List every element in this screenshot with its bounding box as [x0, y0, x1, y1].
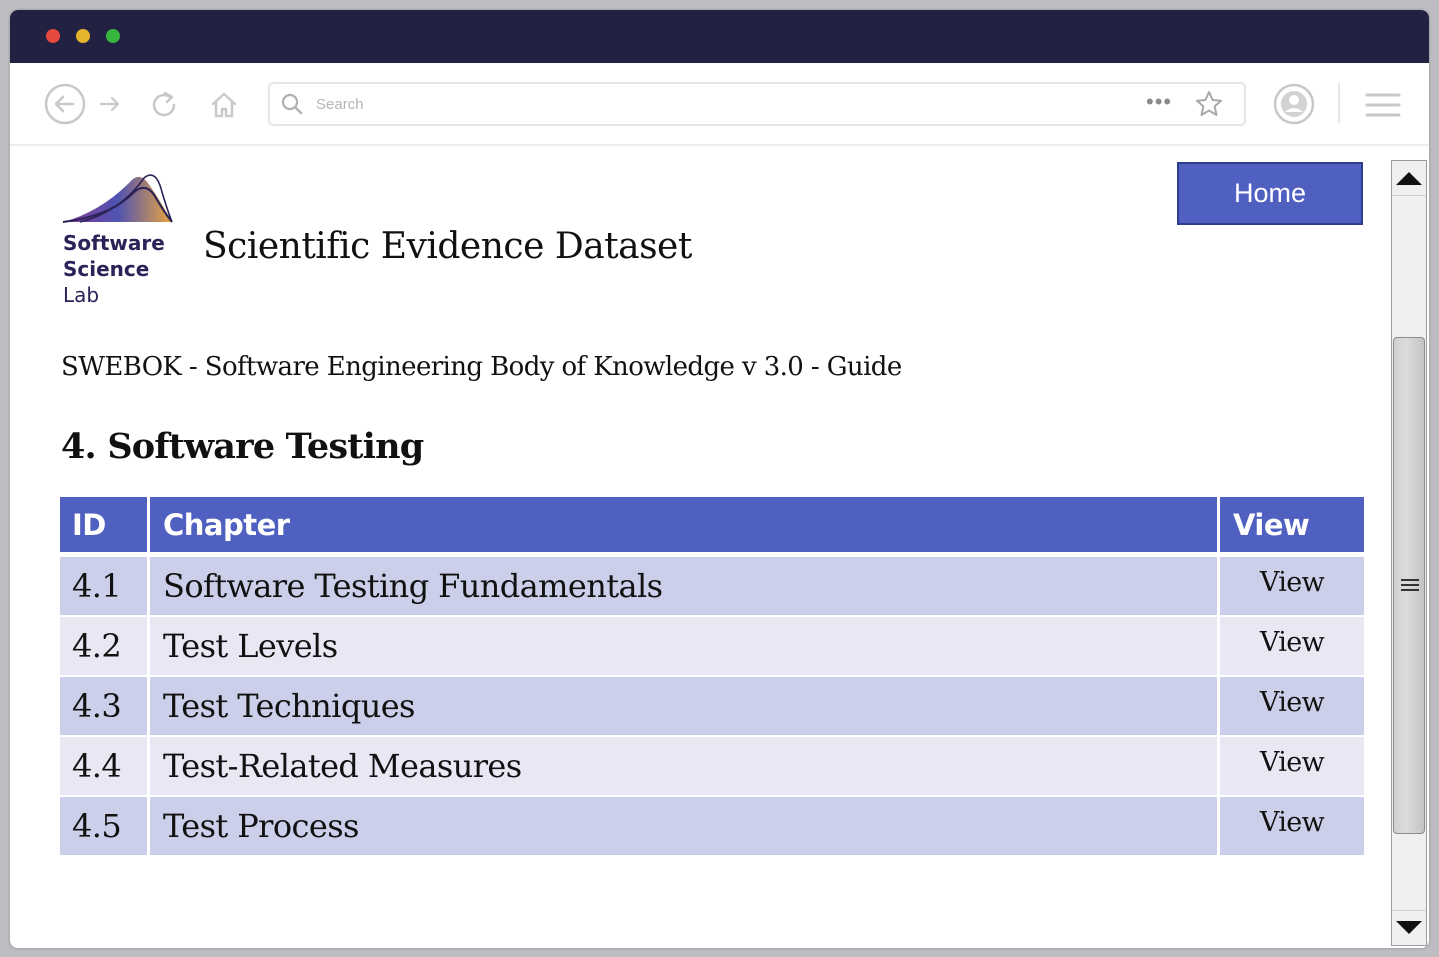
- logo-line-3: Lab: [63, 283, 100, 307]
- search-icon: [280, 92, 304, 121]
- table-row: 4.5 Test Process View: [60, 797, 1364, 857]
- view-link[interactable]: View: [1260, 687, 1325, 718]
- chapter-id: 4.1: [60, 557, 150, 617]
- browser-window: •••: [10, 10, 1429, 948]
- column-header-chapter: Chapter: [150, 497, 1220, 557]
- reload-icon[interactable]: [148, 89, 180, 121]
- chapter-id: 4.3: [60, 677, 150, 737]
- logo-line-2: Science: [63, 257, 150, 281]
- home-icon[interactable]: [208, 89, 240, 121]
- scroll-grip-icon: [1401, 579, 1419, 594]
- account-icon[interactable]: [1273, 83, 1315, 125]
- chapter-id: 4.5: [60, 797, 150, 857]
- maximize-window-button[interactable]: [106, 29, 120, 43]
- view-link[interactable]: View: [1260, 627, 1325, 658]
- chapter-title: Test Levels: [150, 617, 1220, 677]
- scroll-down-arrow-icon[interactable]: [1392, 910, 1426, 945]
- logo-text: Software Science Lab: [63, 230, 165, 308]
- logo-line-1: Software: [63, 231, 165, 255]
- chapter-title: Test-Related Measures: [150, 737, 1220, 797]
- chapter-id: 4.4: [60, 737, 150, 797]
- view-link[interactable]: View: [1260, 747, 1325, 778]
- scroll-thumb[interactable]: [1393, 337, 1425, 834]
- minimize-window-button[interactable]: [76, 29, 90, 43]
- column-header-view: View: [1220, 497, 1364, 557]
- view-link[interactable]: View: [1260, 567, 1325, 598]
- table-row: 4.4 Test-Related Measures View: [60, 737, 1364, 797]
- chapter-title: Software Testing Fundamentals: [150, 557, 1220, 617]
- section-heading: 4. Software Testing: [61, 426, 424, 467]
- table-row: 4.3 Test Techniques View: [60, 677, 1364, 737]
- column-header-id: ID: [60, 497, 150, 557]
- scroll-up-arrow-icon[interactable]: [1392, 161, 1426, 196]
- search-input[interactable]: [314, 90, 1118, 118]
- title-bar: [10, 10, 1429, 63]
- mountain-logo-icon: [62, 174, 173, 223]
- back-icon[interactable]: [44, 83, 86, 125]
- address-bar[interactable]: •••: [268, 82, 1246, 126]
- close-window-button[interactable]: [46, 29, 60, 43]
- chapter-title: Test Techniques: [150, 677, 1220, 737]
- home-button[interactable]: Home: [1177, 162, 1363, 225]
- bookmark-star-icon[interactable]: [1194, 89, 1224, 124]
- software-science-lab-logo[interactable]: Software Science Lab: [60, 172, 180, 312]
- table-row: 4.1 Software Testing Fundamentals View: [60, 557, 1364, 617]
- page-content: Software Science Lab Scientific Evidence…: [10, 146, 1429, 948]
- chapter-id: 4.2: [60, 617, 150, 677]
- table-header-row: ID Chapter View: [60, 497, 1364, 557]
- chapter-title: Test Process: [150, 797, 1220, 857]
- vertical-scrollbar[interactable]: [1391, 160, 1427, 946]
- more-options-icon[interactable]: •••: [1146, 91, 1172, 113]
- page-subtitle: SWEBOK - Software Engineering Body of Kn…: [61, 352, 902, 382]
- menu-icon[interactable]: [1365, 91, 1401, 119]
- browser-toolbar: •••: [10, 63, 1429, 146]
- site-title: Scientific Evidence Dataset: [203, 226, 692, 267]
- table-row: 4.2 Test Levels View: [60, 617, 1364, 677]
- chapters-table: ID Chapter View 4.1 Software Testing Fun…: [60, 497, 1364, 857]
- toolbar-divider: [1338, 83, 1340, 123]
- forward-icon[interactable]: [98, 92, 122, 116]
- view-link[interactable]: View: [1260, 807, 1325, 838]
